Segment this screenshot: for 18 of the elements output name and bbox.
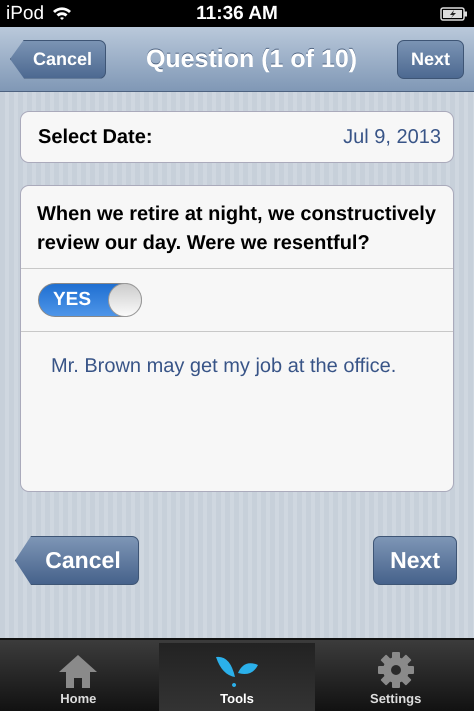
status-time: 11:36 AM xyxy=(196,2,278,24)
home-icon xyxy=(57,653,100,689)
question-text: When we retire at night, we constructively review our day. Were we resentful? xyxy=(21,186,453,269)
cancel-button[interactable]: Cancel xyxy=(10,40,106,78)
tab[interactable]: Settings xyxy=(317,640,474,711)
nav-title: Question (1 of 10) xyxy=(146,44,358,74)
cancel-button[interactable]: Cancel xyxy=(15,536,139,585)
wifi-icon xyxy=(52,6,72,21)
answer-text[interactable]: Mr. Brown may get my job at the office. xyxy=(21,332,453,401)
battery-icon xyxy=(440,6,468,20)
carrier-name: iPod xyxy=(6,2,44,24)
tab[interactable]: Home xyxy=(0,640,157,711)
next-button[interactable]: Next xyxy=(373,536,457,585)
settings-icon xyxy=(376,651,415,689)
next-button[interactable]: Next xyxy=(396,40,464,78)
date-row[interactable]: Select Date: Jul 9, 2013 xyxy=(20,111,454,163)
toggle-switch[interactable]: YES xyxy=(38,283,142,317)
tab[interactable]: Tools xyxy=(158,643,316,711)
